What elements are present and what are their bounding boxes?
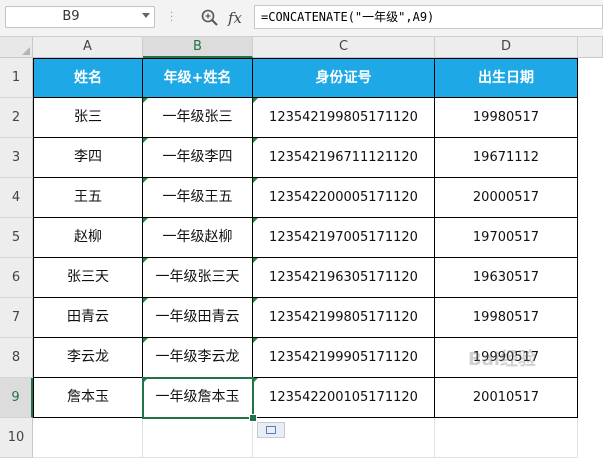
table-cell[interactable]: 赵柳 [33,218,143,258]
table-cell[interactable]: 张三天 [33,258,143,298]
row-header-6[interactable]: 6 [0,258,33,298]
table-cell[interactable]: 一年级张三天 [143,258,253,298]
row-header-10[interactable]: 10 [0,418,33,458]
table-cell[interactable]: 李四 [33,138,143,178]
spreadsheet-grid: A B C D 1 2 3 4 5 6 7 8 9 10 姓名 年级+姓名 身份证号 出生日期 张三 一年级张三 123… [0,37,603,458]
table-cell[interactable]: 19980517 [435,98,578,138]
table-cell[interactable]: 19700517 [435,218,578,258]
table-cell[interactable]: 20000517 [435,178,578,218]
empty-cell[interactable] [33,418,143,458]
name-box[interactable]: B9 [5,6,155,28]
header-cell[interactable]: 身份证号 [253,58,435,98]
table-cell[interactable]: 19980517 [435,298,578,338]
row-header-4[interactable]: 4 [0,178,33,218]
zoom-icon[interactable] [200,8,220,28]
column-header-a[interactable]: A [33,37,143,58]
table-cell[interactable]: 123542200105171120 [253,378,435,418]
table-cell[interactable]: 一年级李云龙 [143,338,253,378]
name-box-value: B9 [62,9,80,24]
empty-cell[interactable] [143,418,253,458]
watermark: Bai经验 [468,349,537,370]
table-cell[interactable]: 张三 [33,98,143,138]
table-cell[interactable]: 19671112 [435,138,578,178]
header-cell[interactable]: 年级+姓名 [143,58,253,98]
table-cell[interactable]: 一年级赵柳 [143,218,253,258]
header-cell[interactable]: 出生日期 [435,58,578,98]
empty-cell[interactable] [435,418,578,458]
column-header-d[interactable]: D [435,37,578,58]
column-header-c[interactable]: C [253,37,435,58]
row-header-8[interactable]: 8 [0,338,33,378]
formula-input[interactable]: =CONCATENATE("一年级",A9) [254,5,603,29]
table-cell[interactable]: 123542199805171120 [253,298,435,338]
table-cell[interactable]: 王五 [33,178,143,218]
table-cell[interactable]: 李云龙 [33,338,143,378]
row-header-7[interactable]: 7 [0,298,33,338]
table-cell[interactable]: 一年级田青云 [143,298,253,338]
function-icon[interactable]: fx [228,8,248,28]
table-cell[interactable]: 一年级王五 [143,178,253,218]
table-cell[interactable]: 19630517 [435,258,578,298]
row-header-1[interactable]: 1 [0,58,33,98]
table-cell[interactable]: 20010517 [435,378,578,418]
header-cell[interactable]: 姓名 [33,58,143,98]
table-cell[interactable]: 田青云 [33,298,143,338]
table-cell[interactable]: 123542199905171120 [253,338,435,378]
table-cell[interactable]: 123542197005171120 [253,218,435,258]
table-cell[interactable]: 123542199805171120 [253,98,435,138]
table-cell[interactable]: 詹本玉 [33,378,143,418]
table-cell[interactable]: 一年级李四 [143,138,253,178]
column-header-filler [578,37,603,58]
paste-options-icon[interactable] [257,422,285,438]
column-header-b[interactable]: B [143,37,253,58]
table-cell[interactable]: 123542196711121120 [253,138,435,178]
table-cell[interactable]: 123542200005171120 [253,178,435,218]
chevron-down-icon[interactable] [142,13,150,18]
row-header-9[interactable]: 9 [0,378,33,418]
formula-bar: B9 · · · fx =CONCATENATE("一年级",A9) [0,0,603,37]
separator-dots-icon: · · · [170,8,174,27]
table-cell[interactable]: 一年级詹本玉 [143,378,253,418]
row-header-3[interactable]: 3 [0,138,33,178]
fill-handle[interactable] [249,414,257,422]
table-cell[interactable]: 123542196305171120 [253,258,435,298]
table-cell[interactable]: 一年级张三 [143,98,253,138]
row-header-2[interactable]: 2 [0,98,33,138]
select-all-corner[interactable] [0,37,33,58]
row-header-5[interactable]: 5 [0,218,33,258]
